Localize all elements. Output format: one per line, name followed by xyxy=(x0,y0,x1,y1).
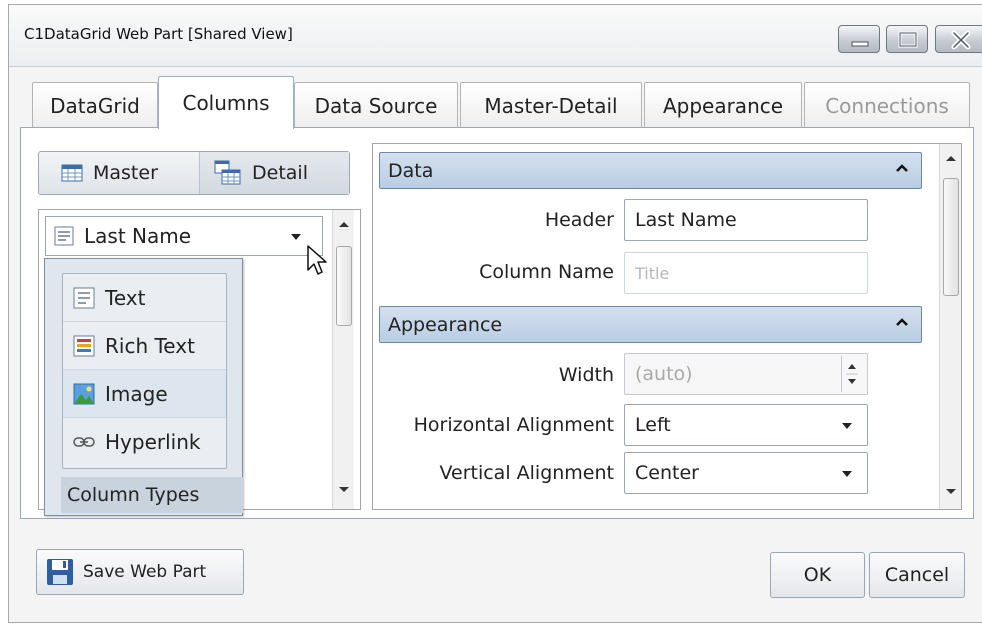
scroll-down-icon[interactable] xyxy=(945,488,957,496)
tab-connections: Connections xyxy=(804,82,970,128)
column-type-rich-text[interactable]: Rich Text xyxy=(63,322,226,370)
width-spinner[interactable] xyxy=(841,356,861,392)
minimize-icon xyxy=(851,41,869,47)
column-type-label: Image xyxy=(105,381,168,406)
width-value: (auto) xyxy=(635,363,693,385)
column-list-scrollbar[interactable] xyxy=(332,210,354,509)
master-detail-toggle: Master Detail xyxy=(38,151,350,195)
chevron-down-icon xyxy=(842,423,852,429)
tab-data-source[interactable]: Data Source xyxy=(294,82,458,128)
column-selector[interactable]: Last Name xyxy=(45,216,323,256)
rich-text-type-icon xyxy=(73,335,95,356)
text-column-icon xyxy=(54,226,74,246)
column-name-input[interactable]: Title xyxy=(624,252,868,294)
width-label: Width xyxy=(558,364,614,386)
window-title: C1DataGrid Web Part [Shared View] xyxy=(24,25,293,43)
tab-master-detail[interactable]: Master-Detail xyxy=(460,82,642,128)
scroll-thumb[interactable] xyxy=(943,178,959,296)
master-label: Master xyxy=(93,162,158,184)
maximize-button[interactable] xyxy=(886,25,928,53)
vertical-alignment-label: Vertical Alignment xyxy=(439,462,614,484)
grid-icon xyxy=(61,164,83,182)
horizontal-alignment-select[interactable]: Left xyxy=(624,404,868,446)
column-type-hyperlink[interactable]: Hyperlink xyxy=(63,418,226,466)
save-web-part-button[interactable]: Save Web Part xyxy=(36,549,244,595)
chevron-down-icon xyxy=(842,471,852,477)
minimize-button[interactable] xyxy=(838,25,880,53)
cancel-button[interactable]: Cancel xyxy=(869,552,965,598)
close-icon xyxy=(951,30,971,50)
image-type-icon xyxy=(73,383,95,404)
column-type-text[interactable]: Text xyxy=(63,274,226,322)
chevron-up-icon[interactable] xyxy=(895,317,909,327)
chevron-up-icon[interactable] xyxy=(895,163,909,173)
properties-scrollbar[interactable] xyxy=(939,144,961,509)
column-types-popup: Text Rich Text Image Hyperlink Column Ty… xyxy=(44,258,243,516)
header-input[interactable]: Last Name xyxy=(624,199,868,241)
column-type-image[interactable]: Image xyxy=(63,370,226,418)
data-section-header[interactable]: Data xyxy=(379,152,922,189)
detail-grid-icon xyxy=(214,160,241,185)
mouse-cursor-icon xyxy=(307,245,327,275)
detail-label: Detail xyxy=(252,162,308,184)
column-types-caption: Column Types xyxy=(61,477,243,513)
scroll-thumb[interactable] xyxy=(336,246,352,326)
detail-button[interactable]: Detail xyxy=(199,152,349,194)
save-web-part-label: Save Web Part xyxy=(83,562,207,582)
horizontal-alignment-label: Horizontal Alignment xyxy=(413,414,614,436)
text-type-icon xyxy=(73,287,95,308)
column-name-label: Column Name xyxy=(479,261,614,283)
scroll-up-icon[interactable] xyxy=(945,154,957,162)
floppy-disk-icon xyxy=(47,559,73,585)
close-button[interactable] xyxy=(935,25,982,53)
header-label: Header xyxy=(544,209,614,231)
tab-datagrid[interactable]: DataGrid xyxy=(32,82,158,128)
master-button[interactable]: Master xyxy=(39,152,199,194)
column-type-label: Rich Text xyxy=(105,333,195,358)
section-title: Appearance xyxy=(388,313,503,336)
title-bar: C1DataGrid Web Part [Shared View] xyxy=(9,5,982,67)
width-numeric-input[interactable]: (auto) xyxy=(624,353,868,395)
column-type-label: Text xyxy=(105,285,146,310)
vertical-alignment-value: Center xyxy=(635,462,699,484)
spin-arrows-icon[interactable] xyxy=(842,356,862,392)
column-types-list: Text Rich Text Image Hyperlink xyxy=(62,273,227,469)
column-selector-value: Last Name xyxy=(84,224,192,248)
hyperlink-type-icon xyxy=(73,437,95,447)
maximize-icon xyxy=(898,31,918,48)
scroll-up-icon[interactable] xyxy=(338,220,350,228)
tab-appearance[interactable]: Appearance xyxy=(644,82,802,128)
column-type-label: Hyperlink xyxy=(105,430,201,454)
chevron-down-icon[interactable] xyxy=(290,233,302,241)
scroll-down-icon[interactable] xyxy=(338,486,350,494)
appearance-section-header[interactable]: Appearance xyxy=(379,306,922,343)
horizontal-alignment-value: Left xyxy=(635,414,671,436)
ok-button[interactable]: OK xyxy=(770,552,865,598)
tab-columns[interactable]: Columns xyxy=(158,76,294,129)
section-title: Data xyxy=(388,159,434,182)
vertical-alignment-select[interactable]: Center xyxy=(624,452,868,494)
